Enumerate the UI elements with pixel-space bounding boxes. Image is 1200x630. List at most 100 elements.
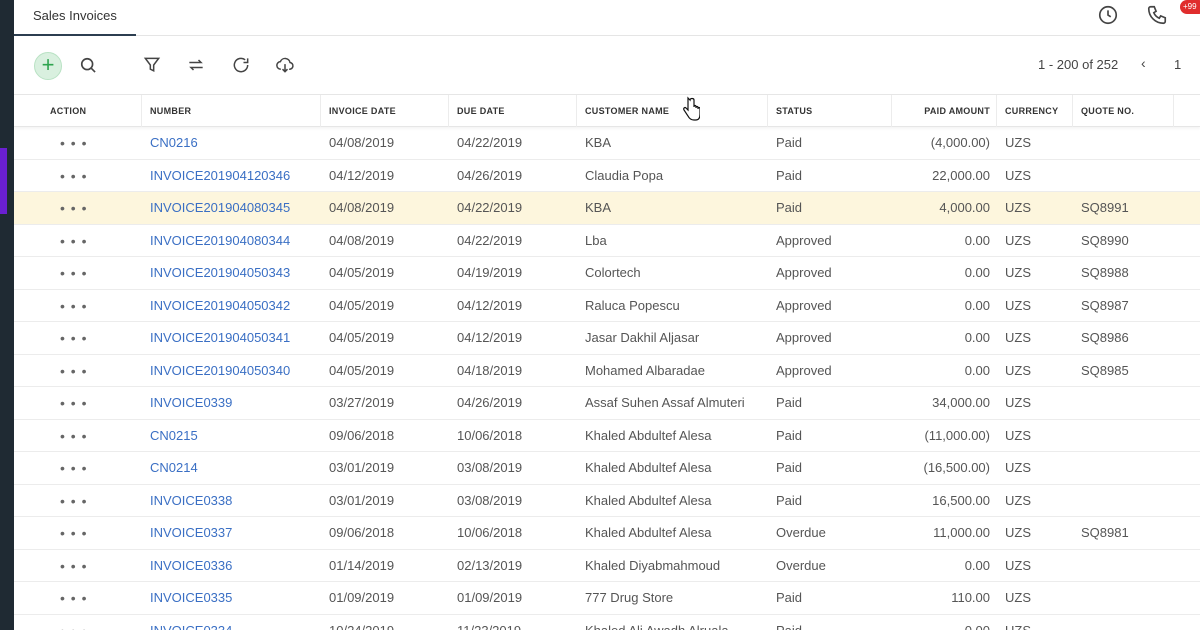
cell-customer-name: Khaled Abdultef Alesa (585, 460, 712, 475)
cell-number[interactable]: CN0215 (150, 420, 320, 452)
cell-paid-amount: 0.00 (964, 232, 990, 248)
cell-customer-name: Jasar Dakhil Aljasar (585, 330, 700, 345)
column-header-number[interactable]: NUMBER (142, 95, 321, 127)
left-sidebar (0, 0, 14, 630)
add-button[interactable]: + (34, 52, 62, 80)
table-row[interactable]: • • • CN0216 04/08/2019 04/22/2019 KBA Paid (4… (14, 127, 1200, 160)
cell-status: Approved (776, 362, 832, 378)
table-row[interactable]: • • • INVOICE0334 10/24/2019 11/23/2019 Khal… (14, 615, 1200, 630)
cell-number[interactable]: INVOICE0335 (150, 582, 320, 614)
cell-customer-name: Raluca Popescu (585, 297, 680, 313)
cell-currency: UZS (1005, 427, 1031, 443)
table-row[interactable]: • • • INVOICE0339 03/27/2019 04/26/2019 Assa… (14, 387, 1200, 420)
table-row[interactable]: • • • INVOICE201904050341 04/05/2019 04/12/… (14, 322, 1200, 355)
cell-number[interactable]: INVOICE201904050340 (150, 355, 320, 387)
row-actions-icon[interactable]: • • • (60, 485, 87, 517)
cell-number[interactable]: INVOICE0334 (150, 615, 320, 630)
row-actions-icon[interactable]: • • • (60, 322, 87, 354)
cell-number[interactable]: INVOICE201904080344 (150, 225, 320, 257)
cell-number[interactable]: CN0216 (150, 127, 320, 159)
cell-customer-name: Khaled Ali Awadh Alruala (585, 622, 729, 630)
cell-status: Overdue (776, 525, 826, 540)
table-row[interactable]: • • • INVOICE0338 03/01/2019 03/08/2019 Khal… (14, 485, 1200, 517)
tab-sales-invoices[interactable]: Sales Invoices (14, 0, 136, 36)
row-actions-icon[interactable]: • • • (60, 355, 87, 387)
previous-page-button[interactable]: ‹ (1141, 55, 1146, 71)
cell-number[interactable]: INVOICE0337 (150, 517, 320, 549)
cell-quote-no (1081, 615, 1174, 630)
cloud-download-icon[interactable] (275, 55, 295, 75)
cell-quote-no: SQ8986 (1081, 330, 1129, 345)
cell-quote-no: SQ8990 (1081, 232, 1129, 248)
row-actions-icon[interactable]: • • • (60, 192, 87, 224)
cell-invoice-date: 03/27/2019 (329, 395, 395, 410)
row-actions-icon[interactable]: • • • (60, 452, 87, 484)
table-row[interactable]: • • • INVOICE201904080345 04/08/2019 04/22/… (14, 192, 1200, 225)
sync-icon[interactable] (186, 55, 206, 75)
table-row[interactable]: • • • INVOICE201904050342 04/05/2019 04/12/… (14, 290, 1200, 322)
row-actions-icon[interactable]: • • • (60, 420, 87, 452)
cell-paid-amount: 0.00 (964, 557, 990, 573)
cell-invoice-date: 04/05/2019 (329, 265, 395, 280)
cell-quote-no: SQ8985 (1081, 362, 1129, 378)
cell-currency: UZS (1005, 395, 1031, 410)
row-actions-icon[interactable]: • • • (60, 582, 87, 614)
row-actions-icon[interactable]: • • • (60, 517, 87, 549)
cell-due-date: 03/08/2019 (457, 460, 523, 475)
refresh-icon[interactable] (231, 55, 251, 75)
cell-status: Approved (776, 265, 832, 280)
column-header-action[interactable]: ACTION (14, 95, 142, 127)
table-row[interactable]: • • • INVOICE201904050340 04/05/2019 04/18/… (14, 355, 1200, 387)
search-icon[interactable] (78, 55, 98, 75)
table-row[interactable]: • • • INVOICE0335 01/09/2019 01/09/2019 777 … (14, 582, 1200, 615)
row-actions-icon[interactable]: • • • (60, 550, 87, 582)
row-actions-icon[interactable]: • • • (60, 290, 87, 322)
column-header-quote-no[interactable]: QUOTE NO. (1073, 95, 1174, 127)
row-actions-icon[interactable]: • • • (60, 615, 87, 630)
cell-number[interactable]: INVOICE201904050343 (150, 257, 320, 289)
cell-number[interactable]: INVOICE201904050342 (150, 290, 320, 322)
row-actions-icon[interactable]: • • • (60, 225, 87, 257)
cell-number[interactable]: INVOICE0338 (150, 485, 320, 517)
table-row[interactable]: • • • CN0215 09/06/2018 10/06/2018 Khaled Ab… (14, 420, 1200, 452)
column-header-due-date[interactable]: DUE DATE (449, 95, 577, 127)
cell-paid-amount: 34,000.00 (932, 395, 990, 410)
phone-icon[interactable] (1146, 4, 1168, 26)
cell-currency: UZS (1005, 135, 1031, 150)
current-page[interactable]: 1 (1174, 57, 1181, 72)
cell-customer-name: Khaled Abdultef Alesa (585, 492, 712, 508)
cell-invoice-date: 03/01/2019 (329, 460, 395, 475)
table-row[interactable]: • • • INVOICE201904120346 04/12/2019 04/26/… (14, 160, 1200, 192)
table-row[interactable]: • • • INVOICE201904080344 04/08/2019 04/22/… (14, 225, 1200, 257)
table-row[interactable]: • • • CN0214 03/01/2019 03/08/2019 Khaled Ab… (14, 452, 1200, 485)
filter-icon[interactable] (142, 55, 162, 75)
cell-number[interactable]: INVOICE0336 (150, 550, 320, 582)
cell-quote-no: SQ8988 (1081, 265, 1129, 280)
cell-number[interactable]: INVOICE201904120346 (150, 160, 320, 192)
column-header-invoice-date[interactable]: INVOICE DATE (321, 95, 449, 127)
table-row[interactable]: • • • INVOICE0337 09/06/2018 10/06/2018 Khal… (14, 517, 1200, 550)
row-actions-icon[interactable]: • • • (60, 160, 87, 192)
app-window: Sales Invoices +99 + 1 - 200 of 252 ‹ 1 (14, 0, 1200, 630)
row-actions-icon[interactable]: • • • (60, 257, 87, 289)
row-actions-icon[interactable]: • • • (60, 387, 87, 419)
hand-cursor-icon (683, 96, 700, 121)
table-row[interactable]: • • • INVOICE0336 01/14/2019 02/13/2019 Khal… (14, 550, 1200, 582)
cell-number[interactable]: INVOICE201904050341 (150, 322, 320, 354)
column-header-currency[interactable]: CURRENCY (997, 95, 1073, 127)
table-row[interactable]: • • • INVOICE201904050343 04/05/2019 04/19/… (14, 257, 1200, 290)
cell-status: Approved (776, 232, 832, 248)
column-header-status[interactable]: STATUS (768, 95, 892, 127)
cell-customer-name: Khaled Diyabmahmoud (585, 557, 721, 573)
clock-icon[interactable] (1097, 4, 1119, 26)
column-header-paid-amount[interactable]: PAID AMOUNT (892, 95, 997, 127)
cell-number[interactable]: CN0214 (150, 452, 320, 484)
row-actions-icon[interactable]: • • • (60, 127, 87, 159)
column-header-customer-name[interactable]: CUSTOMER NAME (577, 95, 768, 127)
cell-invoice-date: 04/05/2019 (329, 297, 395, 313)
cell-customer-name: Assaf Suhen Assaf Almuteri (585, 395, 745, 410)
cell-due-date: 04/12/2019 (457, 330, 523, 345)
cell-customer-name: KBA (585, 200, 612, 215)
cell-number[interactable]: INVOICE0339 (150, 387, 320, 419)
cell-number[interactable]: INVOICE201904080345 (150, 192, 320, 224)
